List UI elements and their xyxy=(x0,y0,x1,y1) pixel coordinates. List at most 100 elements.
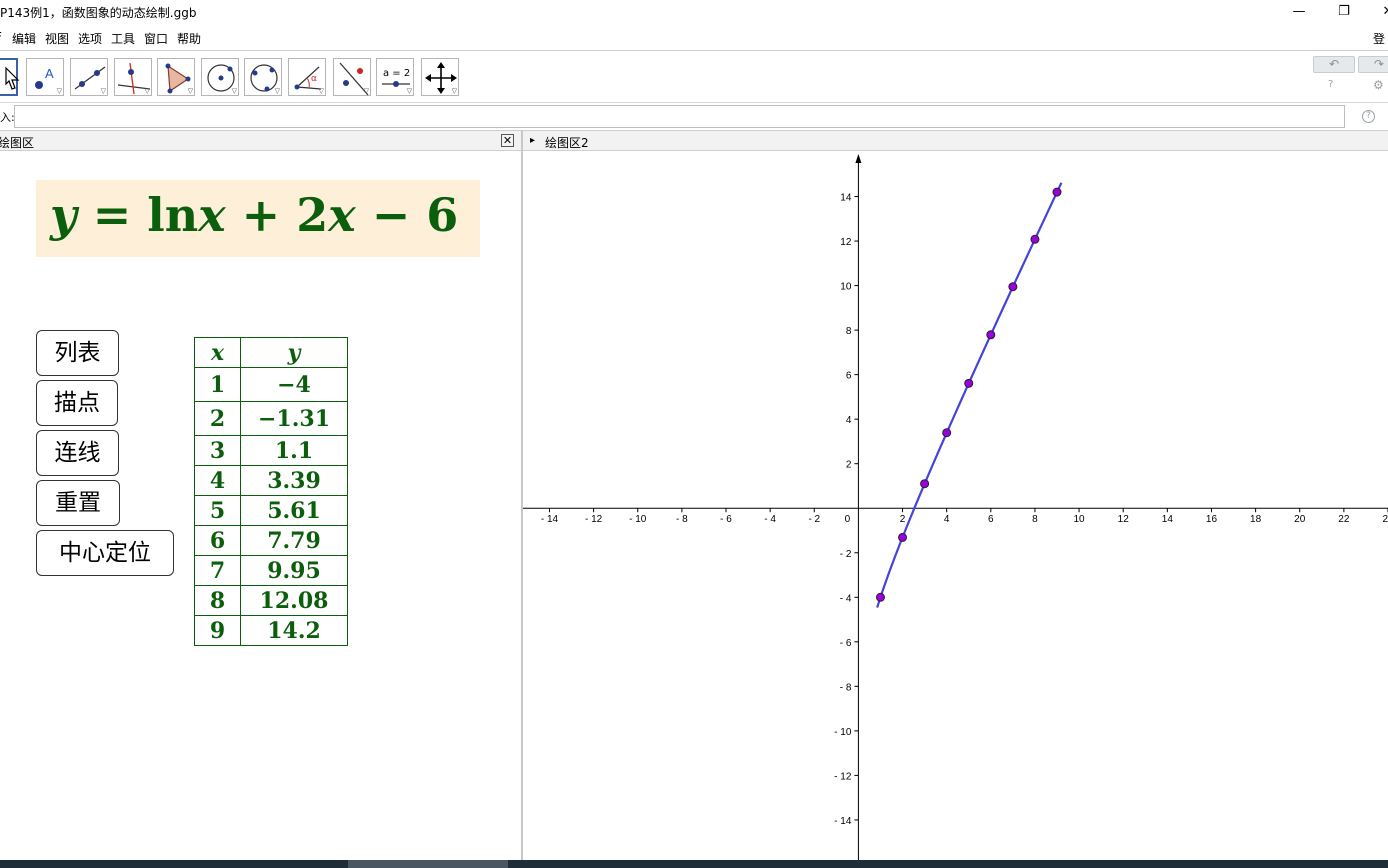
formula-x1: x xyxy=(198,188,226,242)
x-tick-label: - 4 xyxy=(764,514,776,525)
table-cell-y: 9.95 xyxy=(240,555,348,586)
expand-view-icon[interactable]: ▸ xyxy=(530,135,535,146)
x-tick-label: 10 xyxy=(1074,514,1086,525)
table-cell-y: 7.79 xyxy=(240,525,348,556)
table-row: 2 −1.31 xyxy=(194,401,348,436)
slider-tool-button[interactable]: a = 2 ▽ xyxy=(376,58,414,96)
move-view-tool-button[interactable]: ▽ xyxy=(421,58,459,96)
connect-line-button[interactable]: 连线 xyxy=(36,430,119,476)
table-header-x: x xyxy=(194,337,241,368)
menu-help[interactable]: 帮助 xyxy=(177,30,201,47)
menu-view[interactable]: 视图 xyxy=(45,30,69,47)
geogebra-window: P143例1，函数图象的动态绘制.ggb — ❐ ✕ F 编辑 视图 选项 工具… xyxy=(0,0,1388,868)
input-bar: 入: ? xyxy=(0,102,1388,129)
point-tool-button[interactable]: A ▽ xyxy=(26,58,64,96)
table-cell-y: 3.39 xyxy=(240,465,348,496)
table-row: 7 9.95 xyxy=(194,555,348,586)
formula-plus: + 2 xyxy=(225,188,329,242)
plot-point xyxy=(1008,282,1018,292)
x-tick-label: 22 xyxy=(1338,514,1350,525)
y-tick-label: - 6 xyxy=(840,638,852,649)
x-tick-label: - 2 xyxy=(808,514,820,525)
formula-eq: = ln xyxy=(76,188,199,242)
undo-button[interactable]: ↶ xyxy=(1313,56,1355,73)
table-cell-x: 5 xyxy=(194,495,241,526)
y-tick-label: 6 xyxy=(846,371,852,382)
login-link[interactable]: 登 xyxy=(1373,30,1385,47)
table-row: 5 5.61 xyxy=(194,495,348,526)
menu-options[interactable]: 选项 xyxy=(78,30,102,47)
x-tick-label: 4 xyxy=(944,514,950,525)
settings-gear-icon[interactable]: ⚙ xyxy=(1373,78,1384,92)
formula-y: y xyxy=(50,188,77,242)
help-icon[interactable]: ? xyxy=(1328,79,1333,90)
redo-button[interactable]: ↷ xyxy=(1358,56,1388,73)
angle-tool-button[interactable]: α ▽ xyxy=(288,58,326,96)
plot-point xyxy=(986,330,996,340)
list-button[interactable]: 列表 xyxy=(36,330,119,376)
x-tick-label: - 8 xyxy=(676,514,688,525)
x-tick-label: 14 xyxy=(1162,514,1174,525)
menu-file[interactable]: F xyxy=(0,30,2,44)
input-help-icon[interactable]: ? xyxy=(1362,110,1375,123)
circle-tool-button[interactable]: ▽ xyxy=(201,58,239,96)
y-tick-label: 2 xyxy=(846,460,852,471)
table-cell-y: −1.31 xyxy=(240,401,348,436)
menu-bar: F 编辑 视图 选项 工具 窗口 帮助 登 xyxy=(0,27,1388,49)
polygon-tool-button[interactable]: ▽ xyxy=(157,58,195,96)
table-cell-y: −4 xyxy=(240,367,348,402)
move-tool-button[interactable] xyxy=(0,58,20,96)
window-title: P143例1，函数图象的动态绘制.ggb xyxy=(0,6,197,20)
line-tool-button[interactable]: ▽ xyxy=(70,58,108,96)
graphics-view-2-canvas[interactable]: - 14- 12- 10- 8- 6- 4- 2 0 2 4 6 8 10 12 14 16 18 2… xyxy=(523,152,1388,860)
close-view-icon[interactable]: ✕ xyxy=(501,134,514,147)
menu-window[interactable]: 窗口 xyxy=(144,30,168,47)
table-cell-x: 9 xyxy=(194,615,241,646)
table-cell-x: 7 xyxy=(194,555,241,586)
close-window-button[interactable]: ✕ xyxy=(1370,2,1388,22)
taskbar xyxy=(0,860,1388,868)
arrow-icon xyxy=(5,66,20,90)
formula-box[interactable]: y = lnx + 2x − 6 xyxy=(36,180,480,257)
y-tick-label: 10 xyxy=(840,282,852,293)
center-view-button[interactable]: 中心定位 xyxy=(36,530,174,576)
table-row: 4 3.39 xyxy=(194,465,348,496)
tool-menu-icon: ▽ xyxy=(187,87,193,95)
reflect-tool-button[interactable]: ▽ xyxy=(333,58,371,96)
x-tick-label: 16 xyxy=(1206,514,1218,525)
conic-tool-button[interactable]: ▽ xyxy=(244,58,282,96)
table-cell-y: 5.61 xyxy=(240,495,348,526)
tool-menu-icon: ▽ xyxy=(363,87,369,95)
tool-menu-icon: ▽ xyxy=(231,87,237,95)
x-tick-label: 0 xyxy=(845,514,851,525)
table-row: 3 1.1 xyxy=(194,435,348,466)
plot-points-button[interactable]: 描点 xyxy=(36,380,118,426)
taskbar-item[interactable] xyxy=(348,860,508,868)
tool-menu-icon: ▽ xyxy=(318,87,324,95)
reset-button[interactable]: 重置 xyxy=(36,480,120,526)
tool-menu-icon: ▽ xyxy=(274,87,280,95)
tool-menu-icon: ▽ xyxy=(406,87,412,95)
y-tick-label: 14 xyxy=(840,193,852,204)
point-tool-label: A xyxy=(45,66,54,81)
y-tick-label: 8 xyxy=(846,326,852,337)
tool-menu-icon: ▽ xyxy=(56,87,62,95)
y-tick-label: - 12 xyxy=(834,771,852,782)
restore-button[interactable]: ❐ xyxy=(1326,2,1362,22)
menu-tools[interactable]: 工具 xyxy=(111,30,135,47)
x-tick-label: 12 xyxy=(1118,514,1130,525)
input-field[interactable] xyxy=(14,105,1345,128)
table-row: 6 7.79 xyxy=(194,525,348,556)
tool-menu-icon: ▽ xyxy=(451,87,457,95)
menu-edit[interactable]: 编辑 xyxy=(12,30,36,47)
function-formula: y = lnx + 2x − 6 xyxy=(50,188,458,242)
y-tick-label: - 4 xyxy=(840,593,852,604)
x-tick-label: 6 xyxy=(988,514,994,525)
minimize-button[interactable]: — xyxy=(1281,2,1317,22)
table-cell-y: 12.08 xyxy=(240,585,348,616)
table-cell-x: 2 xyxy=(194,401,241,436)
table-cell-x: 4 xyxy=(194,465,241,496)
perpendicular-tool-button[interactable]: ▽ xyxy=(114,58,152,96)
x-tick-label: 24 xyxy=(1382,514,1388,525)
table-cell-x: 8 xyxy=(194,585,241,616)
